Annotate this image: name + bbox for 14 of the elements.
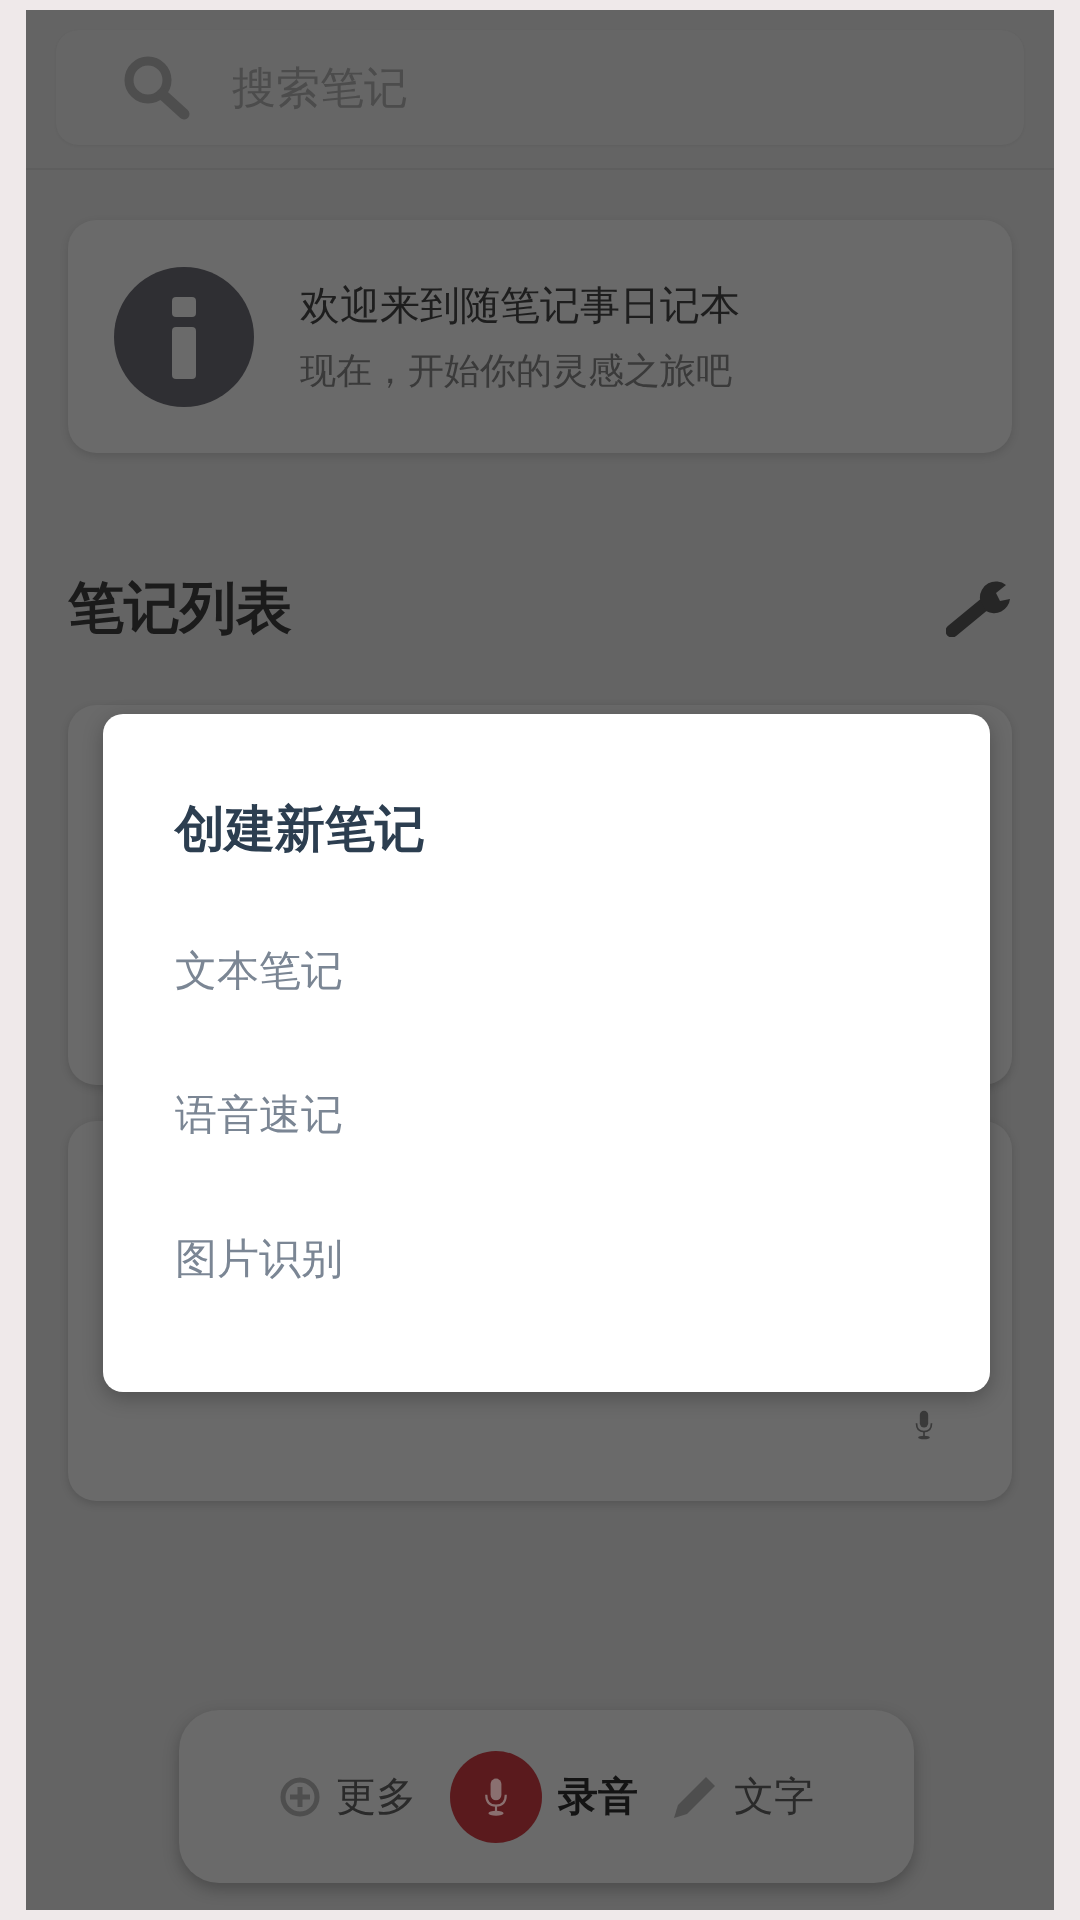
toolbar-button[interactable]: 文字 <box>671 1769 814 1824</box>
microphone-icon <box>914 1409 934 1441</box>
info-icon <box>114 266 254 407</box>
microphone-icon <box>482 1776 509 1817</box>
dialog-option[interactable]: 图片识别 <box>175 1231 343 1287</box>
welcome-title: 欢迎来到随笔记事日记本 <box>300 280 740 330</box>
toolbar-button[interactable]: 更多 <box>279 1769 416 1824</box>
section-title: 笔记列表 <box>68 574 292 642</box>
plus-circle-icon <box>279 1776 320 1817</box>
dialog-option[interactable]: 文本笔记 <box>175 943 343 999</box>
dialog-option[interactable]: 语音速记 <box>175 1087 343 1143</box>
dialog-title: 创建新笔记 <box>175 799 426 860</box>
wrench-icon[interactable] <box>946 581 1012 637</box>
toolbar-button[interactable]: 录音 <box>449 1750 638 1843</box>
